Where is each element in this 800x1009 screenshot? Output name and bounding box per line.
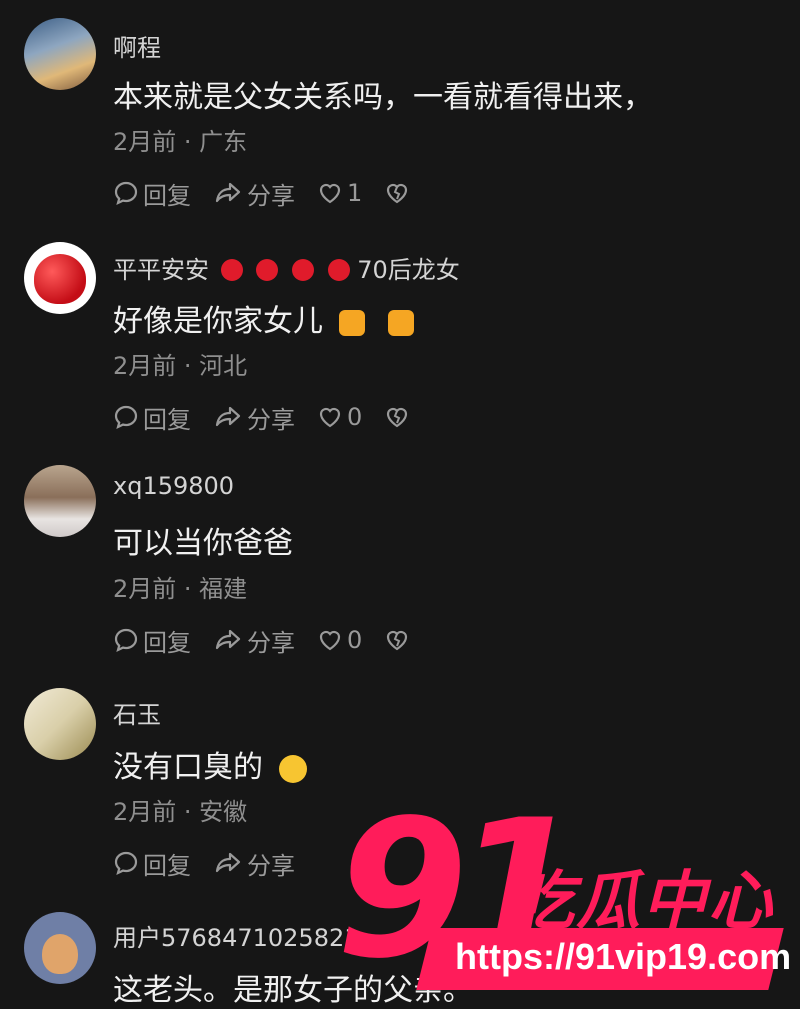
reply-label: 回复: [143, 628, 191, 657]
comment-username[interactable]: xq159800: [113, 472, 234, 500]
comment-text-body: 好像是你家女儿: [113, 304, 323, 339]
comment-text: 可以当你爸爸: [113, 526, 293, 561]
apple-avatar-image: [34, 254, 86, 304]
comment-meta: 2月前 · 福建: [113, 575, 248, 603]
share-arrow-icon: [215, 182, 241, 203]
like-count: 0: [347, 626, 363, 654]
comment-username[interactable]: 用户5768471025821: [113, 918, 360, 953]
comment-meta: 2月前 · 河北: [113, 352, 248, 380]
avatar[interactable]: [24, 465, 96, 537]
comment-username[interactable]: 平平安安 70后龙女: [113, 250, 460, 285]
thumbs-up-emoji-icon: [388, 309, 415, 336]
dislike-button[interactable]: [384, 628, 414, 652]
username-text: 平平安安: [113, 256, 209, 284]
share-button[interactable]: 分享: [213, 623, 295, 658]
share-arrow-icon: [215, 406, 241, 427]
share-label: 分享: [247, 851, 295, 880]
avatar[interactable]: [24, 18, 96, 90]
like-button[interactable]: 0: [317, 626, 362, 654]
reply-label: 回复: [143, 405, 191, 434]
broken-heart-icon: [387, 407, 408, 428]
reply-bubble-icon: [114, 405, 138, 430]
reply-bubble-icon: [114, 851, 138, 876]
cartoon-face-avatar-image: [42, 934, 78, 974]
apple-emoji-icon: [291, 259, 314, 281]
like-button[interactable]: 0: [317, 403, 362, 431]
comment-text: 好像是你家女儿: [113, 296, 415, 340]
apple-emoji-icon: [256, 259, 279, 281]
grinning-face-emoji-icon: [278, 754, 307, 783]
comment-meta: 2月前 · 安徽: [113, 798, 248, 826]
reply-button[interactable]: 回复: [113, 176, 191, 211]
comment-actions: 回复 分享 0: [113, 400, 436, 435]
comment-actions: 回复 分享: [113, 846, 317, 881]
dislike-button[interactable]: [384, 181, 414, 205]
comment-text: 本来就是父女关系吗，一看就看得出来，: [113, 80, 653, 115]
apple-emoji-icon: [327, 259, 350, 281]
heart-icon: [319, 630, 341, 651]
avatar[interactable]: [24, 912, 96, 984]
broken-heart-icon: [387, 630, 408, 651]
reply-bubble-icon: [114, 181, 138, 206]
like-button[interactable]: 1: [317, 179, 362, 207]
watermark-url: https://91vip19.com: [455, 936, 792, 977]
like-count: 0: [347, 403, 363, 431]
reply-button[interactable]: 回复: [113, 846, 191, 881]
broken-heart-icon: [387, 183, 408, 204]
heart-icon: [319, 183, 341, 204]
reply-button[interactable]: 回复: [113, 400, 191, 435]
reply-label: 回复: [143, 851, 191, 880]
share-button[interactable]: 分享: [213, 846, 295, 881]
share-label: 分享: [247, 628, 295, 657]
apple-emoji-icon: [220, 259, 243, 281]
dislike-button[interactable]: [384, 405, 414, 429]
reply-button[interactable]: 回复: [113, 623, 191, 658]
share-label: 分享: [247, 181, 295, 210]
share-arrow-icon: [215, 852, 241, 873]
comment-username[interactable]: 啊程: [113, 28, 161, 63]
comment-meta: 2月前 · 广东: [113, 128, 248, 156]
share-button[interactable]: 分享: [213, 176, 295, 211]
comment-actions: 回复 分享 0: [113, 623, 436, 658]
avatar[interactable]: [24, 688, 96, 760]
like-count: 1: [347, 179, 363, 207]
thumbs-up-emoji-icon: [338, 309, 365, 336]
reply-label: 回复: [143, 181, 191, 210]
share-button[interactable]: 分享: [213, 400, 295, 435]
comment-text-body: 没有口臭的: [113, 750, 263, 785]
comment-actions: 回复 分享 1: [113, 176, 436, 211]
comment-text: 没有口臭的: [113, 742, 307, 786]
share-arrow-icon: [215, 629, 241, 650]
avatar[interactable]: [24, 242, 96, 314]
comment-username[interactable]: 石玉: [113, 695, 161, 730]
reply-bubble-icon: [114, 628, 138, 653]
share-label: 分享: [247, 405, 295, 434]
heart-icon: [319, 407, 341, 428]
username-suffix: 70后龙女: [357, 256, 460, 284]
